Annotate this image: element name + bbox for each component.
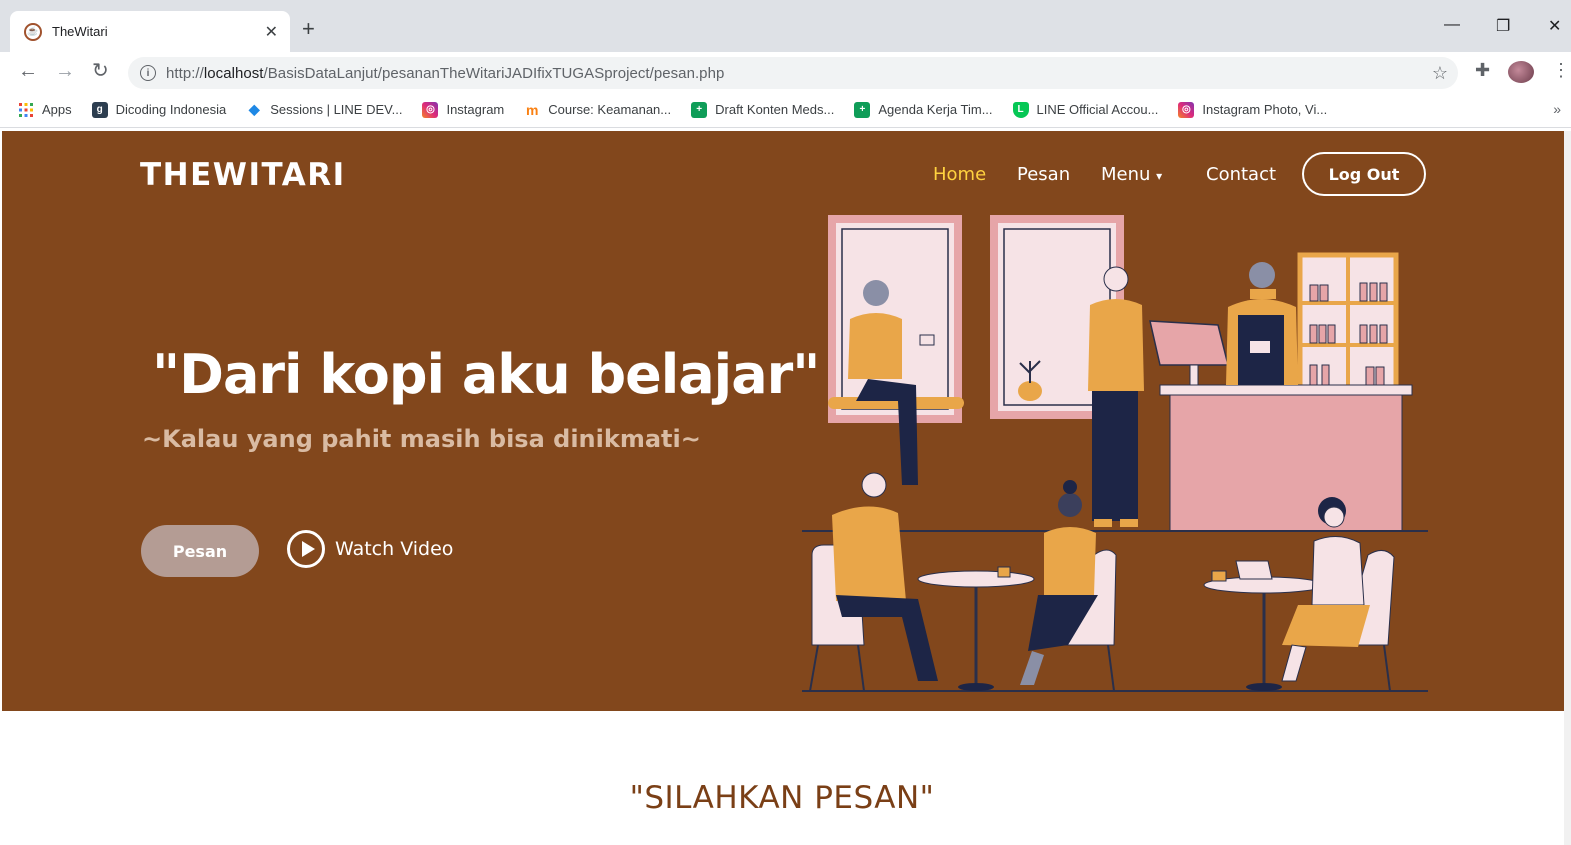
nav-menu[interactable]: Menu ▾	[1101, 164, 1162, 185]
line-dev-icon: ◆	[248, 101, 260, 117]
line-shield-icon: L	[1012, 101, 1029, 118]
bookmark-star-icon[interactable]: ☆	[1432, 63, 1448, 84]
bookmark-label: Course: Keamanan...	[548, 102, 672, 117]
bookmark-label: Draft Konten Meds...	[715, 102, 835, 117]
restore-icon[interactable]: ❐	[1496, 16, 1510, 36]
back-arrow-icon[interactable]: ←	[18, 60, 38, 82]
bookmark-instagram-photo[interactable]: ◎ Instagram Photo, Vi...	[1178, 101, 1328, 118]
site-favicon-icon: ☕	[24, 22, 42, 41]
bookmark-label: LINE Official Accou...	[1036, 102, 1159, 117]
hero-section: THEWITARI Home Pesan Menu ▾ Contact Log …	[2, 131, 1564, 711]
browser-menu-icon[interactable]: ⋮	[1552, 60, 1570, 81]
bookmark-apps[interactable]: Apps	[18, 102, 72, 118]
bookmark-course[interactable]: m Course: Keamanan...	[524, 102, 671, 118]
address-bar[interactable]: i http://localhost/BasisDataLanjut/pesan…	[128, 57, 1458, 89]
pesan-button[interactable]: Pesan	[141, 525, 259, 577]
url-text: http://localhost/BasisDataLanjut/pesanan…	[166, 64, 725, 82]
site-logo[interactable]: THEWITARI	[140, 157, 346, 193]
bookmark-agenda-kerja[interactable]: + Agenda Kerja Tim...	[854, 101, 993, 118]
nav-home[interactable]: Home	[933, 164, 986, 185]
bookmark-label: Apps	[42, 102, 72, 117]
reload-icon[interactable]: ↻	[92, 60, 109, 82]
bookmark-line-official[interactable]: L LINE Official Accou...	[1012, 101, 1159, 118]
browser-tab[interactable]: ☕ TheWitari ✕	[10, 11, 290, 52]
bookmark-instagram[interactable]: ◎ Instagram	[422, 101, 505, 118]
browser-toolbar: ← → ↻ i http://localhost/BasisDataLanjut…	[0, 52, 1571, 92]
hero-subline: ~Kalau yang pahit masih bisa dinikmati~	[142, 425, 701, 453]
instagram-icon: ◎	[1178, 101, 1195, 118]
bookmark-label: Sessions | LINE DEV...	[270, 102, 403, 117]
play-icon	[287, 530, 325, 568]
extensions-puzzle-icon[interactable]: ✚	[1475, 60, 1490, 81]
chevron-down-icon: ▾	[1156, 169, 1163, 183]
bookmark-label: Dicoding Indonesia	[115, 102, 227, 117]
watch-video-link[interactable]: Watch Video	[287, 530, 453, 568]
watch-video-label: Watch Video	[335, 538, 454, 560]
window-close-icon[interactable]: ✕	[1548, 16, 1561, 36]
new-tab-icon[interactable]: +	[302, 18, 315, 40]
tab-title: TheWitari	[52, 24, 108, 39]
bookmark-label: Instagram Photo, Vi...	[1202, 102, 1328, 117]
bookmark-dicoding[interactable]: g Dicoding Indonesia	[91, 101, 227, 118]
nav-contact[interactable]: Contact	[1206, 164, 1276, 185]
section-title: "SILAHKAN PESAN"	[629, 780, 935, 816]
browser-tabstrip: ☕ TheWitari ✕ + — ❐ ✕	[0, 0, 1571, 52]
logout-button[interactable]: Log Out	[1302, 152, 1426, 196]
more-bookmarks-icon[interactable]: »	[1553, 101, 1561, 117]
forward-arrow-icon[interactable]: →	[55, 60, 75, 82]
cafe-illustration	[802, 215, 1428, 692]
dicoding-icon: g	[91, 101, 108, 118]
sheets-icon: +	[691, 101, 708, 118]
sheets-icon: +	[854, 101, 871, 118]
apps-grid-icon	[18, 102, 34, 118]
site-info-icon[interactable]: i	[140, 65, 156, 81]
bookmarks-bar: Apps g Dicoding Indonesia ◆ Sessions | L…	[0, 92, 1571, 128]
profile-avatar[interactable]	[1508, 61, 1534, 83]
close-tab-icon[interactable]: ✕	[265, 22, 278, 42]
bookmark-label: Instagram	[446, 102, 505, 117]
hero-headline: "Dari kopi aku belajar"	[152, 343, 820, 406]
minimize-icon[interactable]: —	[1444, 16, 1460, 34]
bookmark-label: Agenda Kerja Tim...	[878, 102, 993, 117]
instagram-icon: ◎	[422, 101, 439, 118]
moodle-icon: m	[526, 101, 539, 118]
bookmark-draft-konten[interactable]: + Draft Konten Meds...	[691, 101, 835, 118]
nav-pesan[interactable]: Pesan	[1017, 164, 1070, 185]
nav-menu-label: Menu	[1101, 164, 1151, 185]
bookmark-line-sessions[interactable]: ◆ Sessions | LINE DEV...	[246, 101, 403, 118]
page-scrollbar[interactable]	[1564, 131, 1571, 845]
